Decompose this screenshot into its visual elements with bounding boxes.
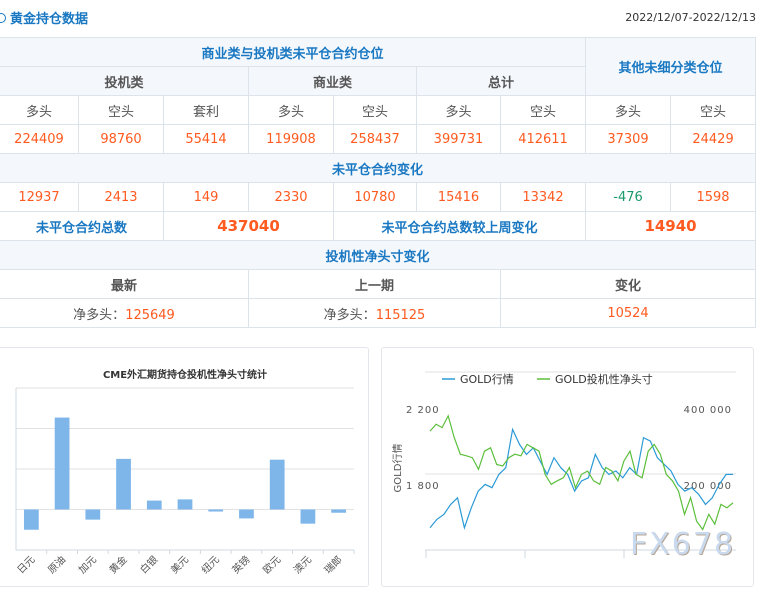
y-tick-right: 200 000	[684, 481, 732, 492]
chg-cell: 2413	[78, 182, 164, 212]
legend-label: GOLD行情	[460, 373, 514, 386]
chg-cell: 15416	[416, 182, 501, 212]
bar	[146, 500, 162, 510]
other-group-header: 其他未细分类仓位	[585, 37, 757, 96]
cols-cell: 多头	[0, 95, 79, 125]
net-change: 10524	[499, 298, 757, 328]
bar	[331, 509, 347, 513]
total-change-label: 未平仓合约总数较上周变化	[332, 211, 587, 241]
total-change-value: 14940	[585, 211, 757, 241]
chart-title: CME外汇期货持仓投机性净头寸统计	[103, 368, 267, 381]
x-tick-label: 加元	[76, 554, 99, 577]
vals-cell: 55414	[163, 124, 249, 154]
sub-header: 商业类	[248, 66, 417, 96]
bar-chart: CME外汇期货持仓投机性净头寸统计日元 原油 加元 黄金 白银 美元 纽元 英镑 欧元 澳元 瑞郎	[15, 368, 355, 577]
cols-cell: 空头	[78, 95, 164, 125]
bar-chart-panel: CME外汇期货持仓投机性净头寸统计日元 原油 加元 黄金 白银 美元 纽元 英镑 欧元 澳元 瑞郎	[0, 347, 369, 587]
total-value: 437040	[163, 211, 334, 241]
chg-cell: 12937	[0, 182, 79, 212]
watermark: FX678	[630, 527, 736, 562]
chg-cell: 2330	[248, 182, 334, 212]
vals-cell: 224409	[0, 124, 79, 154]
y-tick-left: 2 200	[406, 405, 440, 416]
legend-label: GOLD投机性净头寸	[555, 372, 653, 386]
change-header: 未平仓合约变化	[0, 153, 757, 183]
y-tick-left: 1 800	[406, 481, 440, 492]
vals-cell: 258437	[333, 124, 417, 154]
page-title: 黄金持仓数据	[0, 8, 88, 27]
net-col: 最新	[0, 269, 249, 299]
net-latest: 净多头：125649	[0, 298, 249, 328]
x-tick-label: 瑞郎	[321, 553, 344, 576]
chg-cell: -476	[585, 182, 672, 212]
cols-cell: 空头	[499, 95, 587, 125]
series-line-net-position	[429, 414, 734, 531]
gold-positions-table: 商业类与投机类未平仓合约仓位 其他未细分类仓位 投机类 商业类 总计 多头 空头 套利 多头…	[0, 37, 757, 328]
x-tick-label: 白银	[137, 553, 160, 576]
bar	[85, 509, 101, 520]
x-tick-label: 美元	[168, 553, 191, 576]
net-prev: 净多头：115125	[248, 298, 501, 328]
sub-header: 总计	[415, 66, 587, 96]
net-header: 投机性净头寸变化	[0, 240, 757, 270]
vals-cell: 37309	[585, 124, 672, 154]
vals-cell: 412611	[499, 124, 587, 154]
bar	[54, 417, 70, 510]
bar	[208, 509, 224, 512]
cols-cell: 多头	[416, 95, 501, 125]
cols-cell: 多头	[248, 95, 334, 125]
cols-cell: 多头	[585, 95, 672, 125]
x-tick-label: 黄金	[106, 553, 129, 576]
total-label: 未平仓合约总数	[0, 211, 164, 241]
net-col: 上一期	[248, 269, 501, 299]
x-tick-label: 澳元	[291, 553, 314, 576]
y-axis-label: GOLD行情	[391, 444, 404, 493]
bar	[300, 509, 316, 524]
net-col: 变化	[499, 269, 757, 299]
date-range: 2022/12/07-2022/12/13	[625, 11, 756, 24]
group-header: 商业类与投机类未平仓合约仓位	[0, 37, 587, 67]
bar	[177, 499, 193, 510]
cols-cell: 套利	[163, 95, 249, 125]
chg-cell: 13342	[499, 182, 587, 212]
vals-cell: 119908	[248, 124, 334, 154]
chg-cell: 10780	[333, 182, 417, 212]
bar	[239, 509, 254, 519]
chg-cell: 1598	[670, 182, 757, 212]
cols-cell: 空头	[333, 95, 417, 125]
vals-cell: 98760	[78, 124, 164, 154]
x-tick-label: 日元	[16, 554, 38, 576]
x-tick-label: 纽元	[199, 553, 222, 576]
bar	[23, 509, 39, 530]
cols-cell: 空头	[670, 95, 757, 125]
bar	[269, 459, 285, 510]
vals-cell: 399731	[416, 124, 501, 154]
x-tick-label: 英镑	[229, 553, 252, 576]
x-tick-label: 欧元	[261, 554, 284, 577]
circle-icon	[0, 12, 6, 23]
vals-cell: 24429	[670, 124, 757, 154]
x-tick-label: 原油	[45, 553, 68, 576]
series-line-gold-price	[429, 427, 733, 530]
y-tick-right: 400 000	[684, 405, 732, 416]
sub-header: 投机类	[0, 66, 249, 96]
bar	[116, 458, 131, 510]
chg-cell: 149	[163, 182, 249, 212]
